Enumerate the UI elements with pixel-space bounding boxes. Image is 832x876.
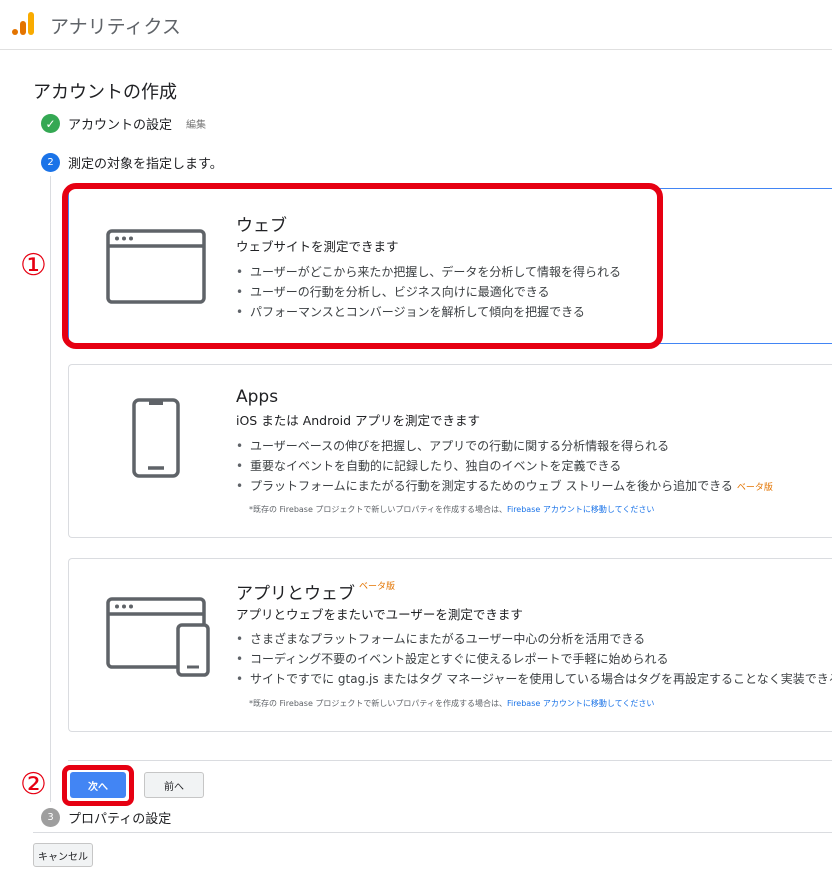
note-text: *既存の Firebase プロジェクトで新しいプロパティを作成する場合は、 bbox=[249, 699, 507, 708]
annotation-marker-1: ① bbox=[20, 248, 47, 283]
option-card-app-and-web[interactable]: アプリとウェブベータ版 アプリとウェブをまたいでユーザーを測定できます さまざま… bbox=[68, 558, 832, 732]
note-text: *既存の Firebase プロジェクトで新しいプロパティを作成する場合は、 bbox=[249, 505, 507, 514]
firebase-note: *既存の Firebase プロジェクトで新しいプロパティを作成する場合は、Fi… bbox=[249, 698, 654, 709]
firebase-note: *既存の Firebase プロジェクトで新しいプロパティを作成する場合は、Fi… bbox=[249, 504, 654, 515]
card-subtitle: iOS または Android アプリを測定できます bbox=[236, 413, 480, 428]
card-title: Apps bbox=[236, 387, 279, 407]
feature-item: ユーザーの行動を分析し、ビジネス向けに最適化できる bbox=[236, 282, 621, 302]
beta-badge: ベータ版 bbox=[736, 483, 773, 493]
bottom-divider bbox=[33, 832, 832, 833]
feature-list: ユーザーがどこから来たか把握し、データを分析して情報を得られる ユーザーの行動を… bbox=[236, 262, 621, 322]
app-title: アナリティクス bbox=[50, 16, 181, 38]
beta-badge: ベータ版 bbox=[359, 582, 396, 592]
feature-item: ユーザーがどこから来たか把握し、データを分析して情報を得られる bbox=[236, 262, 621, 282]
step-connector-line bbox=[50, 176, 51, 802]
section-divider bbox=[68, 760, 832, 761]
page-title: アカウントの作成 bbox=[33, 82, 177, 103]
option-card-web[interactable]: ウェブ ウェブサイトを測定できます ユーザーがどこから来たか把握し、データを分析… bbox=[68, 188, 832, 344]
feature-item: プラットフォームにまたがる行動を測定するためのウェブ ストリームを後から追加でき… bbox=[236, 476, 773, 496]
browser-and-phone-icon bbox=[106, 597, 210, 677]
step-label: プロパティの設定 bbox=[68, 812, 172, 827]
top-bar: アナリティクス bbox=[0, 0, 832, 50]
cancel-button[interactable]: キャンセル bbox=[33, 843, 93, 867]
annotation-marker-2: ② bbox=[20, 767, 47, 802]
card-subtitle: ウェブサイトを測定できます bbox=[236, 239, 399, 254]
smartphone-icon bbox=[132, 398, 180, 478]
feature-item: ユーザーベースの伸びを把握し、アプリでの行動に関する分析情報を得られる bbox=[236, 436, 773, 456]
step-measurement-target: 2 測定の対象を指定します。 bbox=[41, 153, 223, 172]
feature-list: ユーザーベースの伸びを把握し、アプリでの行動に関する分析情報を得られる 重要なイ… bbox=[236, 436, 773, 496]
edit-link[interactable]: 編集 bbox=[186, 116, 206, 131]
card-title: アプリとウェブ bbox=[236, 584, 355, 604]
feature-item: サイトですでに gtag.js またはタグ マネージャーを使用している場合はタグ… bbox=[236, 669, 832, 689]
feature-item: パフォーマンスとコンバージョンを解析して傾向を把握できる bbox=[236, 302, 621, 322]
browser-window-icon bbox=[106, 229, 206, 304]
feature-text: プラットフォームにまたがる行動を測定するためのウェブ ストリームを後から追加でき… bbox=[250, 479, 733, 493]
card-title-row: アプリとウェブ ベータ版 bbox=[236, 579, 395, 604]
feature-item: コーディング不要のイベント設定とすぐに使えるレポートで手軽に始められる bbox=[236, 649, 832, 669]
firebase-link[interactable]: Firebase アカウントに移動してください bbox=[507, 505, 654, 514]
step-label: アカウントの設定 bbox=[68, 118, 173, 133]
option-card-apps[interactable]: Apps iOS または Android アプリを測定できます ユーザーベースの… bbox=[68, 364, 832, 538]
next-button[interactable]: 次へ bbox=[70, 772, 126, 798]
analytics-logo-icon[interactable] bbox=[12, 11, 36, 37]
feature-item: さまざまなプラットフォームにまたがるユーザー中心の分析を活用できる bbox=[236, 629, 832, 649]
step-number-badge: 2 bbox=[41, 153, 60, 172]
check-icon: ✓ bbox=[41, 114, 60, 133]
firebase-link[interactable]: Firebase アカウントに移動してください bbox=[507, 699, 654, 708]
card-subtitle: アプリとウェブをまたいでユーザーを測定できます bbox=[236, 607, 523, 622]
step-number-badge: 3 bbox=[41, 808, 60, 827]
feature-item: 重要なイベントを自動的に記録したり、独自のイベントを定義できる bbox=[236, 456, 773, 476]
back-button[interactable]: 前へ bbox=[144, 772, 204, 798]
feature-list: さまざまなプラットフォームにまたがるユーザー中心の分析を活用できる コーディング… bbox=[236, 629, 832, 689]
step-account-settings: ✓ アカウントの設定 編集 bbox=[41, 114, 206, 133]
step-label: 測定の対象を指定します。 bbox=[68, 157, 223, 172]
step-property-settings: 3 プロパティの設定 bbox=[41, 808, 171, 827]
card-title: ウェブ bbox=[236, 216, 287, 236]
